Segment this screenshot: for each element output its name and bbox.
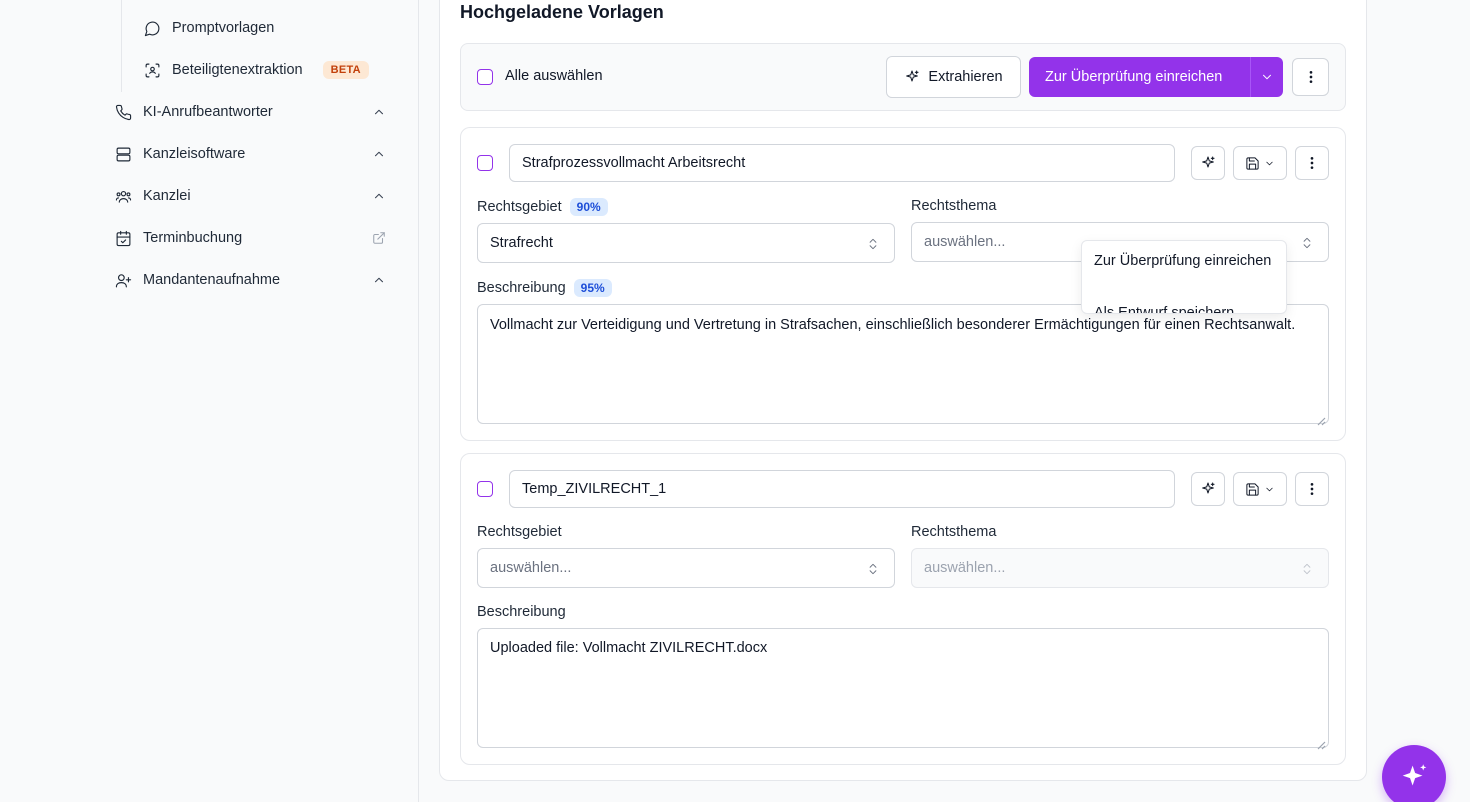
sidebar-item-promptvorlagen[interactable]: Promptvorlagen [143, 14, 274, 42]
template-more-button[interactable] [1295, 472, 1329, 506]
message-circle-icon [143, 19, 161, 37]
sidebar-item-mandantenaufnahme[interactable]: Mandantenaufnahme [114, 266, 386, 294]
phone-icon [114, 103, 132, 121]
confidence-badge: 95% [573, 279, 612, 297]
save-icon [1245, 156, 1260, 171]
beschreibung-textarea[interactable]: Uploaded file: Vollmacht ZIVILRECHT.docx [477, 628, 1329, 750]
sidebar-item-terminbuchung[interactable]: Terminbuchung [114, 224, 386, 252]
users-icon [114, 187, 132, 205]
beschreibung-label: Beschreibung 95% [477, 279, 612, 297]
select-all-checkbox[interactable] [477, 69, 493, 85]
beta-badge: BETA [322, 61, 369, 79]
template-name-input[interactable]: Temp_ZIVILRECHT_1 [509, 470, 1175, 508]
chevron-down-icon [1260, 70, 1274, 84]
save-icon [1245, 482, 1260, 497]
more-vertical-icon [1304, 155, 1320, 171]
chevron-down-icon [1264, 158, 1275, 169]
beschreibung-label: Beschreibung [477, 604, 566, 620]
sidebar-item-kanzleisoftware[interactable]: Kanzleisoftware [114, 140, 386, 168]
beschreibung-textarea[interactable]: Vollmacht zur Verteidigung und Vertretun… [477, 304, 1329, 426]
rechtsthema-select[interactable]: auswählen... [911, 548, 1329, 588]
chevron-down-icon [1264, 484, 1275, 495]
submit-for-review-button[interactable]: Zur Überprüfung einreichen [1029, 57, 1283, 97]
external-link-icon[interactable] [372, 231, 386, 245]
sidebar-item-label: Mandantenaufnahme [143, 272, 281, 288]
extract-button[interactable]: Extrahieren [886, 56, 1021, 98]
resize-handle[interactable] [1317, 412, 1326, 426]
chevron-up-icon[interactable] [372, 105, 386, 119]
chevron-up-icon[interactable] [372, 273, 386, 287]
sidebar: Promptvorlagen Beteiligtenextraktion BET… [0, 0, 419, 802]
chevrons-up-down-icon [1300, 235, 1314, 251]
rechtsthema-label: Rechtsthema [911, 198, 997, 214]
sidebar-item-ki-anrufbeantworter[interactable]: KI-Anrufbeantworter [114, 98, 386, 126]
chevron-up-icon[interactable] [372, 147, 386, 161]
rechtsgebiet-label: Rechtsgebiet 90% [477, 198, 608, 216]
template-checkbox[interactable] [477, 481, 493, 497]
sparkles-icon [1200, 155, 1216, 171]
calendar-check-icon [114, 229, 132, 247]
more-vertical-icon [1304, 481, 1320, 497]
more-vertical-icon [1303, 69, 1319, 85]
sidebar-sub-tree-line [121, 0, 122, 92]
sidebar-item-label: Kanzleisoftware [143, 146, 246, 162]
sparkles-icon [1200, 481, 1216, 497]
sidebar-item-label: Beteiligtenextraktion [172, 62, 303, 78]
chevrons-up-down-icon [866, 561, 880, 577]
template-more-button[interactable] [1295, 146, 1329, 180]
save-options-menu: Zur Überprüfung einreichen Als Entwurf s… [1081, 240, 1287, 314]
sparkles-icon [904, 69, 920, 85]
rechtsgebiet-select[interactable]: auswählen... [477, 548, 895, 588]
sidebar-item-beteiligtenextraktion[interactable]: Beteiligtenextraktion BETA [143, 56, 369, 84]
select-all-label: Alle auswählen [505, 68, 603, 84]
chevron-up-icon[interactable] [372, 189, 386, 203]
sidebar-item-label: KI-Anrufbeantworter [143, 104, 273, 120]
chevrons-up-down-icon [866, 236, 880, 252]
sparkles-icon [1397, 760, 1431, 794]
menu-item-submit-for-review[interactable]: Zur Überprüfung einreichen [1094, 251, 1274, 271]
scan-face-icon [143, 61, 161, 79]
user-plus-icon [114, 271, 132, 289]
template-name-input[interactable]: Strafprozessvollmacht Arbeitsrecht [509, 144, 1175, 182]
menu-item-save-as-draft[interactable]: Als Entwurf speichern [1094, 303, 1274, 313]
template-checkbox[interactable] [477, 155, 493, 171]
sidebar-item-label: Kanzlei [143, 188, 191, 204]
save-template-dropdown-button[interactable] [1233, 146, 1287, 180]
extract-template-button[interactable] [1191, 146, 1225, 180]
sidebar-item-kanzlei[interactable]: Kanzlei [114, 182, 386, 210]
rechtsgebiet-label: Rechtsgebiet [477, 524, 562, 540]
save-template-dropdown-button[interactable] [1233, 472, 1287, 506]
page-title: Hochgeladene Vorlagen [460, 2, 664, 22]
extract-template-button[interactable] [1191, 472, 1225, 506]
chevrons-up-down-icon [1300, 561, 1314, 577]
sidebar-item-label: Promptvorlagen [172, 20, 275, 36]
rechtsgebiet-select[interactable]: Strafrecht [477, 223, 895, 263]
resize-handle[interactable] [1317, 736, 1326, 750]
sidebar-item-label: Terminbuchung [143, 230, 243, 246]
submit-options-dropdown-button[interactable] [1251, 57, 1283, 97]
bulk-more-button[interactable] [1292, 58, 1329, 96]
rechtsthema-label: Rechtsthema [911, 524, 997, 540]
server-icon [114, 145, 132, 163]
ai-assistant-fab[interactable] [1382, 745, 1446, 802]
confidence-badge: 90% [569, 198, 608, 216]
